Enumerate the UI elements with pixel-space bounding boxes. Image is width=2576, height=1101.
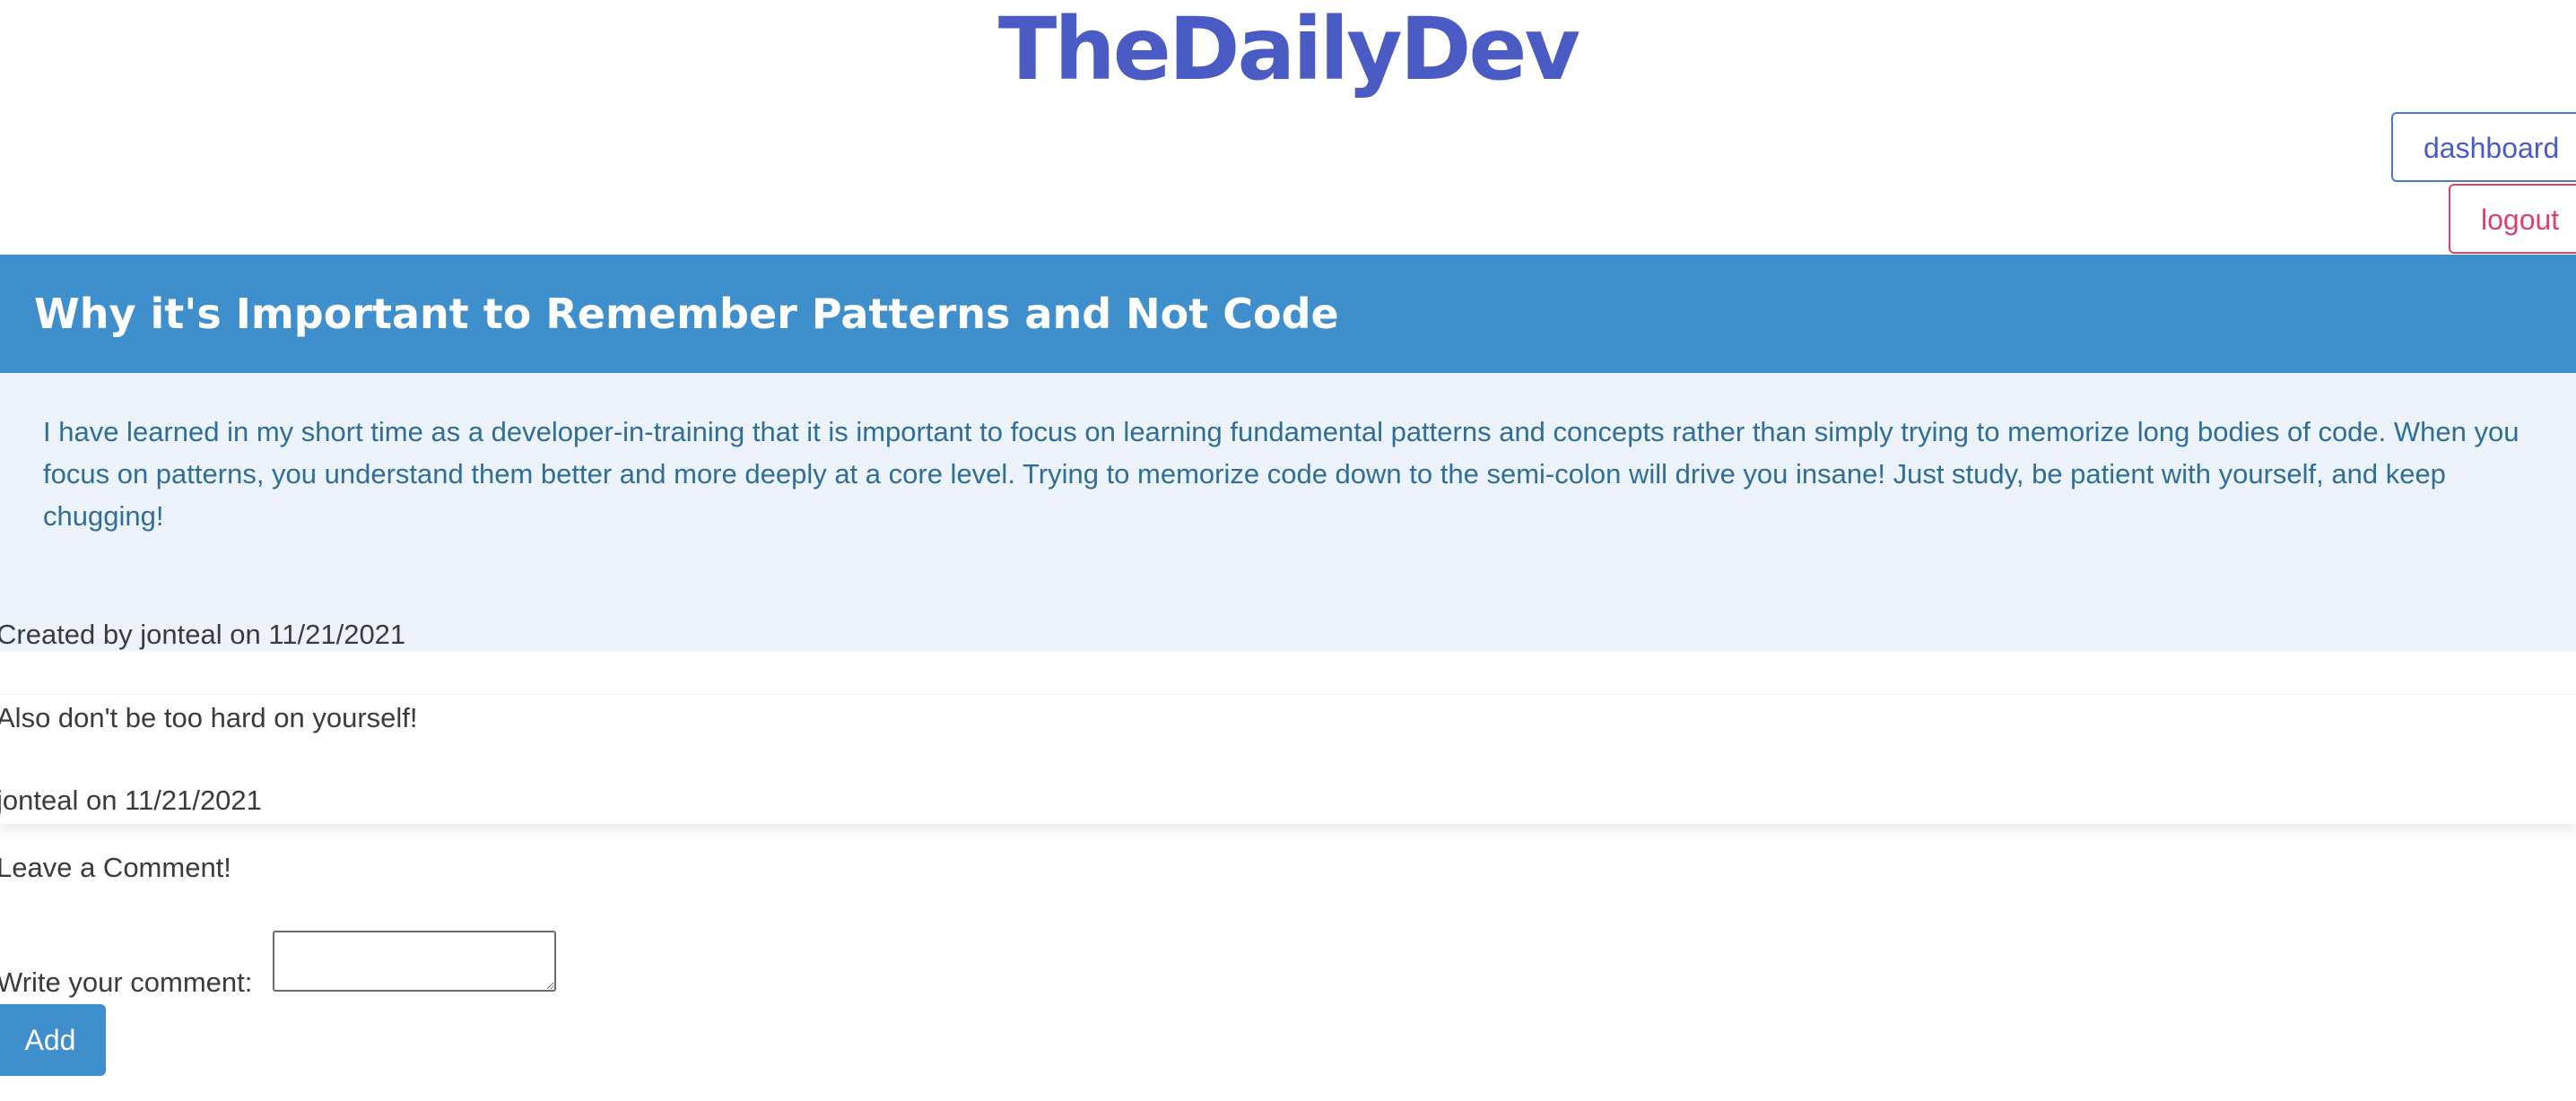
post-body: I have learned in my short time as a dev… [0,373,2576,651]
post-content: I have learned in my short time as a dev… [43,416,2519,532]
post-header: Why it's Important to Remember Patterns … [0,255,2576,373]
post-meta: Created by jonteal on 11/21/2021 [0,619,406,650]
dashboard-button[interactable]: dashboard [2391,112,2576,182]
comment-card: Also don't be too hard on yourself! jont… [0,694,2576,824]
comment-text: Also don't be too hard on yourself! [0,702,418,733]
site-title: TheDailyDev [997,0,1580,100]
post-title: Why it's Important to Remember Patterns … [34,290,1339,338]
logout-button[interactable]: logout [2449,184,2576,254]
comment-input[interactable] [273,931,556,992]
add-comment-button[interactable]: Add [0,1004,106,1076]
leave-comment-heading: Leave a Comment! [0,852,231,883]
comment-label: Write your comment: [0,967,253,998]
comment-meta: jonteal on 11/21/2021 [0,785,262,816]
